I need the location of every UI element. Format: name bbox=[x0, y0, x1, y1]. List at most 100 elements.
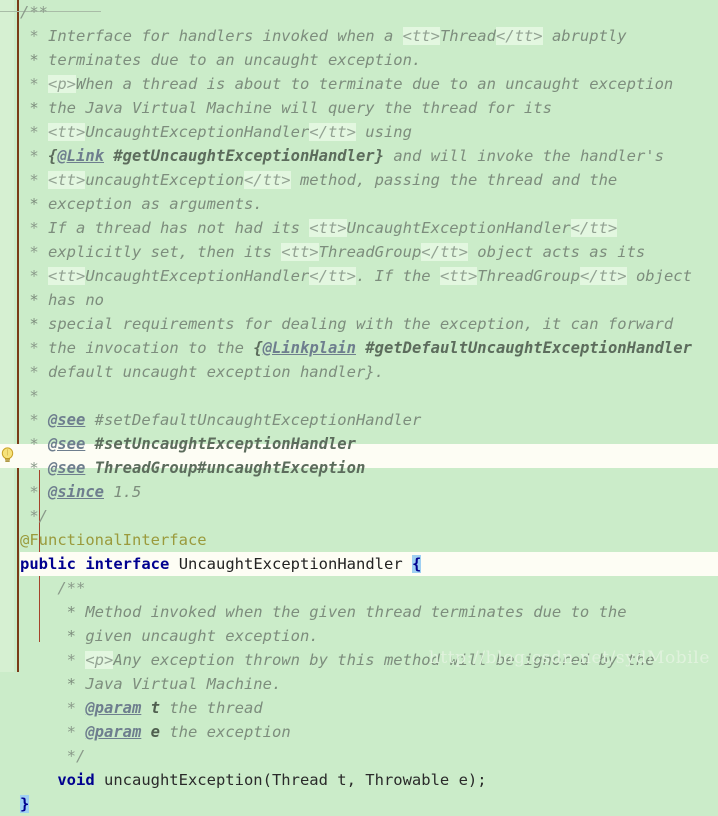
comment-token: Thread bbox=[439, 27, 496, 45]
code-line: * <tt>UncaughtExceptionHandler</tt> usin… bbox=[20, 120, 718, 144]
comment-token: default uncaught exception handler bbox=[48, 363, 366, 381]
comment-token: }. bbox=[365, 363, 384, 381]
javadoc-tag-token: @see bbox=[48, 411, 86, 429]
code-line: * {@Link #getUncaughtExceptionHandler} a… bbox=[20, 144, 718, 168]
code-line: * the invocation to the {@Linkplain #get… bbox=[20, 336, 718, 360]
comment-token: If a thread has not had its bbox=[48, 219, 310, 237]
comment-token: * bbox=[20, 699, 86, 717]
editor-gutter[interactable] bbox=[0, 0, 14, 672]
comment-token: * bbox=[20, 147, 48, 165]
comment-token: * bbox=[20, 723, 86, 741]
javadoc-ref-token: #setUncaughtExceptionHandler bbox=[85, 435, 356, 453]
code-line: * Method invoked when the given thread t… bbox=[20, 600, 718, 624]
comment-token: * bbox=[20, 363, 48, 381]
comment-token: * bbox=[20, 483, 48, 501]
comment-token: * bbox=[20, 387, 39, 405]
code-line: * @param t the thread bbox=[20, 696, 718, 720]
comment-token: * bbox=[20, 243, 48, 261]
comment-token: * exception as arguments. bbox=[20, 195, 263, 213]
comment-token: and will invoke the handler's bbox=[383, 147, 664, 165]
html-tag-token: <tt> bbox=[48, 123, 86, 141]
code-line: * given uncaught exception. bbox=[20, 624, 718, 648]
matching-brace-close: } bbox=[20, 795, 30, 813]
html-tag-token: </tt> bbox=[421, 243, 468, 261]
code-line: * If a thread has not had its <tt>Uncaug… bbox=[20, 216, 718, 240]
comment-token: object bbox=[626, 267, 692, 285]
html-tag-token: <tt> bbox=[48, 267, 86, 285]
comment-token: * bbox=[20, 123, 48, 141]
javadoc-tag-token: @see bbox=[48, 459, 86, 477]
comment-token: * bbox=[20, 411, 48, 429]
comment-token: /** bbox=[20, 579, 86, 597]
type-name-token: UncaughtExceptionHandler bbox=[178, 555, 403, 573]
comment-token: abruptly bbox=[542, 27, 627, 45]
code-line: * has no bbox=[20, 288, 718, 312]
comment-token: { bbox=[48, 147, 58, 165]
code-line: * explicitly set, then its <tt>ThreadGro… bbox=[20, 240, 718, 264]
comment-token: Interface for handlers invoked when a bbox=[48, 27, 403, 45]
comment-token: } bbox=[374, 147, 384, 165]
html-tag-token: <tt> bbox=[309, 219, 347, 237]
code-line: * Interface for handlers invoked when a … bbox=[20, 24, 718, 48]
code-line: /** bbox=[20, 576, 718, 600]
code-line: * exception as arguments. bbox=[20, 192, 718, 216]
comment-token: the thread bbox=[160, 699, 263, 717]
matching-brace-open: { bbox=[412, 555, 422, 573]
code-content[interactable]: /** * Interface for handlers invoked whe… bbox=[0, 0, 718, 813]
code-line: void uncaughtException(Thread t, Throwab… bbox=[20, 768, 718, 792]
code-line: */ bbox=[20, 744, 718, 768]
comment-token: * bbox=[20, 267, 48, 285]
comment-token: * special requirements for dealing with … bbox=[20, 315, 674, 333]
javadoc-tag-token: @see bbox=[48, 435, 86, 453]
comment-token: * bbox=[20, 27, 48, 45]
code-line: * <p>When a thread is about to terminate… bbox=[20, 72, 718, 96]
comment-token: */ bbox=[20, 747, 86, 765]
comment-token: object acts as its bbox=[467, 243, 646, 261]
javadoc-ref-token: #getDefaultUncaughtExceptionHandler bbox=[355, 339, 692, 357]
keyword-token: public bbox=[20, 555, 76, 573]
code-line: * default uncaught exception handler}. bbox=[20, 360, 718, 384]
comment-token: UncaughtExceptionHandler bbox=[85, 267, 310, 285]
html-tag-token: <tt> bbox=[281, 243, 319, 261]
comment-token: 1.5 bbox=[104, 483, 142, 501]
comment-token: * bbox=[20, 75, 48, 93]
code-line: * @see #setDefaultUncaughtExceptionHandl… bbox=[20, 408, 718, 432]
comment-token: * bbox=[20, 219, 48, 237]
comment-token: explicitly set, then its bbox=[48, 243, 282, 261]
code-line: } bbox=[20, 792, 718, 816]
code-line: /** bbox=[20, 0, 718, 24]
comment-token: * has no bbox=[20, 291, 104, 309]
comment-token: . If the bbox=[355, 267, 440, 285]
indent-token bbox=[20, 771, 57, 789]
comment-token: * bbox=[20, 651, 86, 669]
comment-token: ThreadGroup bbox=[477, 267, 580, 285]
code-line: * special requirements for dealing with … bbox=[20, 312, 718, 336]
code-line: * bbox=[20, 384, 718, 408]
html-tag-token: <tt> bbox=[439, 267, 478, 285]
javadoc-tag-token: @Linkplain bbox=[262, 339, 356, 357]
html-tag-token: <p> bbox=[85, 651, 114, 669]
code-line: */ bbox=[20, 504, 718, 528]
gutter-separator-line bbox=[17, 0, 19, 672]
html-tag-token: </tt> bbox=[579, 267, 627, 285]
html-tag-token: </tt> bbox=[309, 267, 356, 285]
code-editor[interactable]: /** * Interface for handlers invoked whe… bbox=[0, 0, 718, 813]
code-line: * terminates due to an uncaught exceptio… bbox=[20, 48, 718, 72]
annotation-token: @FunctionalInterface bbox=[20, 531, 207, 549]
comment-token: ThreadGroup bbox=[318, 243, 422, 261]
javadoc-tag-token: @Link bbox=[57, 147, 105, 165]
lightbulb-icon[interactable] bbox=[1, 447, 14, 464]
code-line-current[interactable]: public interface UncaughtExceptionHandle… bbox=[0, 552, 718, 576]
html-tag-token: </tt> bbox=[570, 219, 618, 237]
method-signature-token: uncaughtException(Thread t, Throwable e)… bbox=[94, 771, 487, 789]
comment-token: * bbox=[20, 435, 48, 453]
comment-token: * Java Virtual Machine. bbox=[20, 675, 282, 693]
comment-token: UncaughtExceptionHandler bbox=[346, 219, 571, 237]
watermark-text: http://blog.csdn.net/sydMobile bbox=[428, 648, 710, 668]
comment-token: the invocation to the bbox=[48, 339, 254, 357]
